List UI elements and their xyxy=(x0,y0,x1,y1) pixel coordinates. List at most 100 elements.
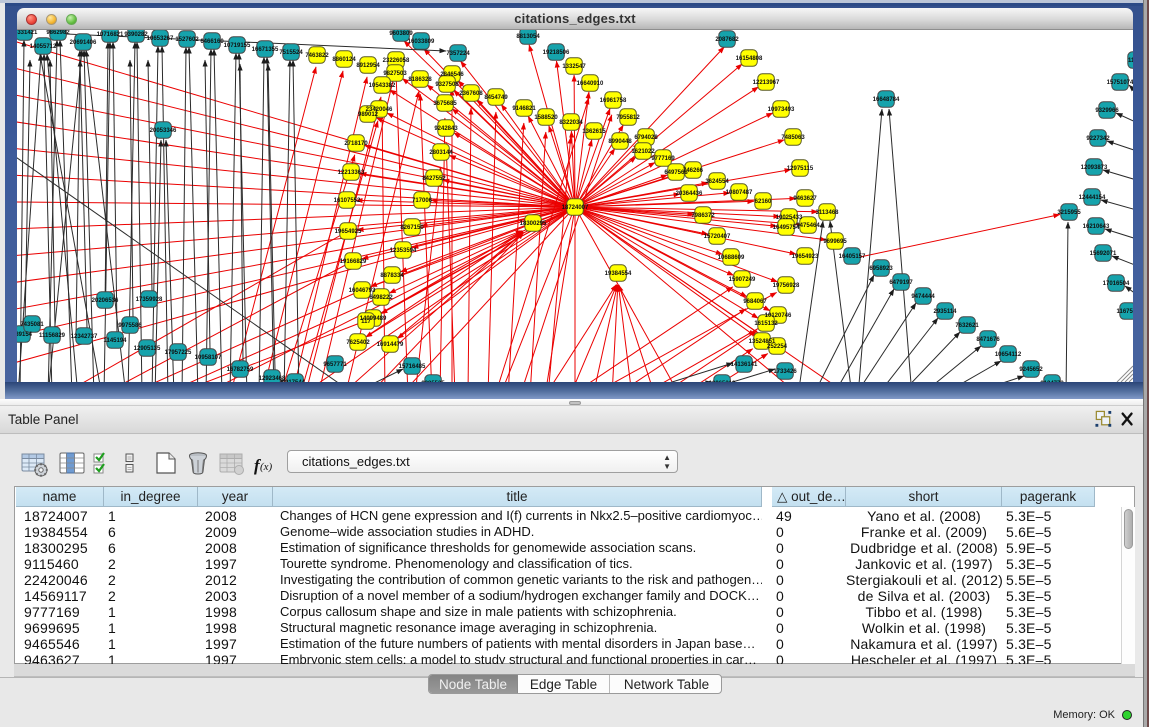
svg-text:9699695: 9699695 xyxy=(823,239,847,245)
svg-text:9603809: 9603809 xyxy=(389,31,413,37)
svg-text:8471676: 8471676 xyxy=(976,337,1000,343)
svg-text:16671355: 16671355 xyxy=(252,47,279,53)
svg-text:939154: 939154 xyxy=(17,332,33,338)
svg-text:8427552: 8427552 xyxy=(422,176,446,182)
svg-text:717006: 717006 xyxy=(412,198,433,204)
svg-text:14136141: 14136141 xyxy=(731,362,758,368)
svg-text:20364436: 20364436 xyxy=(676,191,703,197)
svg-text:9134773: 9134773 xyxy=(1040,381,1064,382)
svg-text:20053346: 20053346 xyxy=(150,128,177,134)
svg-text:9146821: 9146821 xyxy=(512,106,536,112)
svg-text:16782759: 16782759 xyxy=(227,367,254,373)
svg-text:10958107: 10958107 xyxy=(195,355,222,361)
svg-text:7632621: 7632621 xyxy=(955,323,979,329)
svg-text:11156829: 11156829 xyxy=(39,333,66,339)
svg-text:7357224: 7357224 xyxy=(446,51,470,57)
svg-text:19384554: 19384554 xyxy=(605,271,632,277)
svg-text:1362615: 1362615 xyxy=(582,129,606,135)
svg-text:16210643: 16210643 xyxy=(1083,224,1110,230)
svg-text:12093873: 12093873 xyxy=(1081,165,1108,171)
svg-text:10025433: 10025433 xyxy=(776,215,803,221)
svg-text:1621022: 1621022 xyxy=(631,149,655,155)
svg-text:8322034: 8322034 xyxy=(559,120,583,126)
svg-text:10965212: 10965212 xyxy=(709,381,736,382)
svg-text:1527602: 1527602 xyxy=(175,37,199,43)
svg-text:3624554: 3624554 xyxy=(705,179,729,185)
svg-text:6498222: 6498222 xyxy=(369,295,393,301)
svg-text:10973493: 10973493 xyxy=(768,107,795,113)
svg-text:8878334: 8878334 xyxy=(380,273,404,279)
svg-text:16033809: 16033809 xyxy=(408,39,435,45)
svg-text:3215955: 3215955 xyxy=(1057,210,1081,216)
svg-text:7955812: 7955812 xyxy=(616,115,640,121)
svg-text:16961758: 16961758 xyxy=(600,98,627,104)
svg-text:9242843: 9242843 xyxy=(434,126,458,132)
svg-text:19756928: 19756928 xyxy=(773,283,800,289)
svg-text:12213363: 12213363 xyxy=(338,170,365,176)
svg-text:1733426: 1733426 xyxy=(773,369,797,375)
svg-text:7625402: 7625402 xyxy=(346,340,370,346)
svg-text:117: 117 xyxy=(361,319,371,325)
svg-text:989012: 989012 xyxy=(358,112,379,118)
svg-text:15907249: 15907249 xyxy=(729,277,756,283)
svg-text:2087682: 2087682 xyxy=(715,37,739,43)
svg-text:10653267: 10653267 xyxy=(147,36,174,42)
svg-text:9862982: 9862982 xyxy=(46,30,70,36)
svg-text:8860124: 8860124 xyxy=(332,57,356,63)
svg-text:10120746: 10120746 xyxy=(765,313,792,319)
svg-text:23226058: 23226058 xyxy=(383,58,410,64)
svg-text:11171: 11171 xyxy=(1128,58,1133,64)
svg-text:16331421: 16331421 xyxy=(17,30,38,36)
svg-text:12923468: 12923468 xyxy=(259,376,286,382)
svg-text:19218506: 19218506 xyxy=(543,50,570,56)
svg-text:16405157: 16405157 xyxy=(839,254,866,260)
svg-text:9684067: 9684067 xyxy=(743,299,767,305)
svg-text:14055712: 14055712 xyxy=(30,44,57,50)
svg-text:3113468: 3113468 xyxy=(815,210,839,216)
svg-text:15720407: 15720407 xyxy=(704,234,731,240)
svg-text:16640910: 16640910 xyxy=(577,81,604,87)
svg-text:8912954: 8912954 xyxy=(356,63,380,69)
svg-text:7463822: 7463822 xyxy=(305,53,329,59)
svg-text:12444154: 12444154 xyxy=(1079,195,1106,201)
svg-text:7485063: 7485063 xyxy=(781,135,805,141)
svg-text:18300295: 18300295 xyxy=(520,221,547,227)
svg-text:6479197: 6479197 xyxy=(889,280,913,286)
svg-text:62160: 62160 xyxy=(755,199,772,205)
svg-text:9327508: 9327508 xyxy=(435,82,459,88)
svg-text:9329966: 9329966 xyxy=(1095,108,1119,114)
svg-text:15692071: 15692071 xyxy=(1090,251,1117,257)
svg-text:8990448: 8990448 xyxy=(608,139,632,145)
svg-text:7986372: 7986372 xyxy=(691,213,715,219)
svg-text:16107552: 16107552 xyxy=(334,198,361,204)
svg-text:2846546: 2846546 xyxy=(440,72,464,78)
svg-text:19166829: 19166829 xyxy=(340,259,367,265)
svg-text:15716485: 15716485 xyxy=(399,364,426,370)
svg-text:8186328: 8186328 xyxy=(408,77,432,83)
svg-text:1332547: 1332547 xyxy=(562,64,586,70)
svg-text:16914479: 16914479 xyxy=(377,342,404,348)
svg-text:9227342: 9227342 xyxy=(1086,136,1110,142)
svg-text:18724007: 18724007 xyxy=(562,205,589,211)
svg-text:746266: 746266 xyxy=(683,168,704,174)
svg-text:1145194: 1145194 xyxy=(103,338,127,344)
svg-text:9474444: 9474444 xyxy=(911,294,935,300)
svg-text:9475464: 9475464 xyxy=(796,223,820,229)
svg-text:7435081: 7435081 xyxy=(20,322,44,328)
svg-text:20206536: 20206536 xyxy=(92,298,119,304)
svg-text:12353594: 12353594 xyxy=(390,248,417,254)
svg-text:1588520: 1588520 xyxy=(534,115,558,121)
svg-text:(x): (x) xyxy=(260,461,273,473)
svg-text:9777169: 9777169 xyxy=(651,156,675,162)
svg-text:12342737: 12342737 xyxy=(71,334,98,340)
svg-text:2803144: 2803144 xyxy=(429,150,453,156)
svg-text:6958923: 6958923 xyxy=(869,266,893,272)
svg-text:10543382: 10543382 xyxy=(369,83,396,89)
svg-text:8454749: 8454749 xyxy=(484,95,508,101)
svg-text:17957225: 17957225 xyxy=(165,350,192,356)
svg-text:20691406: 20691406 xyxy=(70,40,97,46)
svg-text:8813054: 8813054 xyxy=(516,34,540,40)
svg-text:1615132: 1615132 xyxy=(754,321,778,327)
svg-text:10807487: 10807487 xyxy=(726,190,753,196)
svg-text:7515524: 7515524 xyxy=(279,50,303,56)
